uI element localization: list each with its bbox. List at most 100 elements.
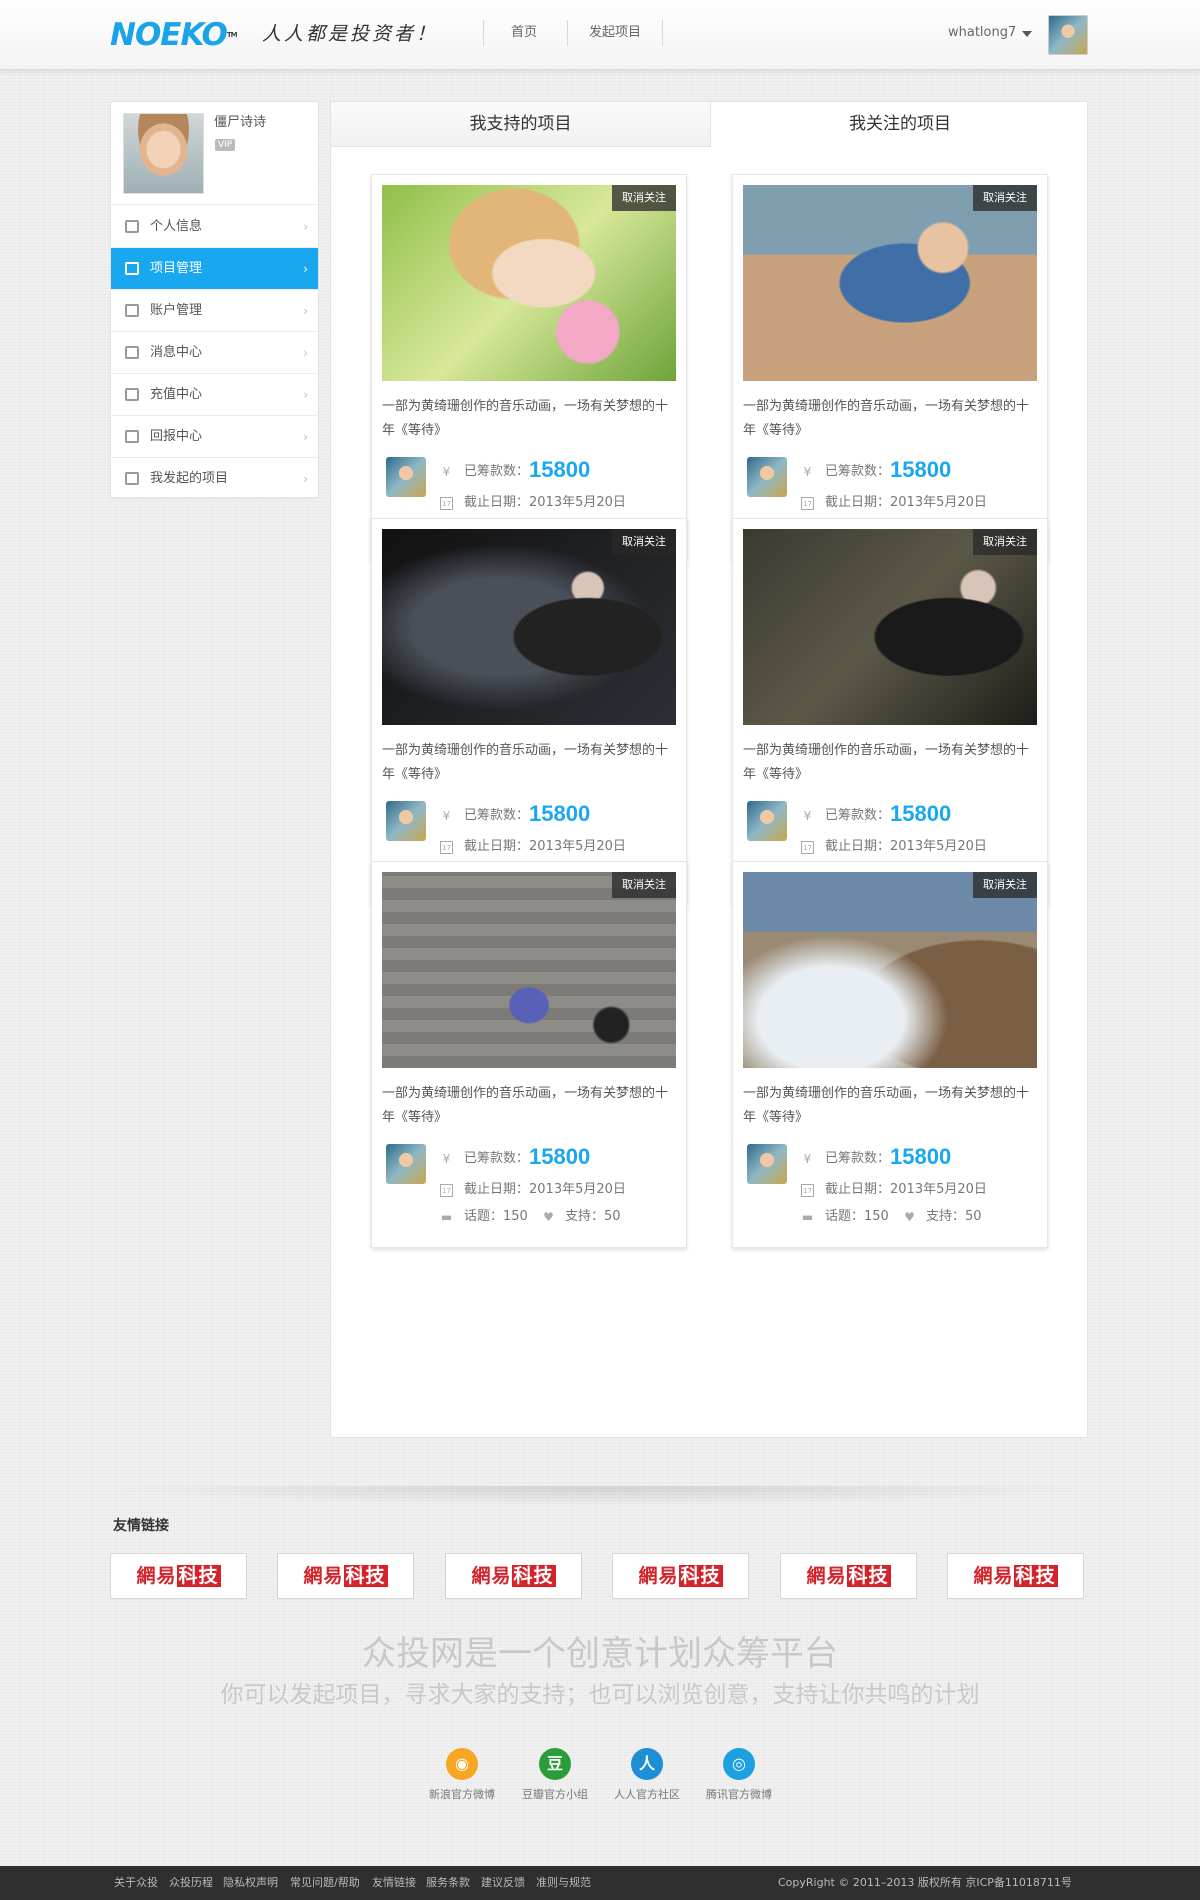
project-card[interactable]: 取消关注 一部为黄绮珊创作的音乐动画，一场有关梦想的十年《等待》 ¥ 已筹款数：158… — [371, 174, 687, 561]
tab-supported-projects[interactable]: 我支持的项目 — [331, 102, 711, 147]
netease-tech-logo: 網易 科技 — [973, 1565, 1058, 1587]
project-card[interactable]: 取消关注 一部为黄绮珊创作的音乐动画，一场有关梦想的十年《等待》 ¥ 已筹款数：158… — [732, 174, 1048, 561]
nav-home-link[interactable]: 首页 — [511, 24, 537, 42]
profile-avatar[interactable] — [123, 113, 204, 194]
sidebar-item-4[interactable]: 消息中心 › — [111, 332, 318, 374]
profile-name: 僵尸诗诗 — [214, 115, 267, 130]
raised-amount: 已筹款数：15800 — [825, 457, 952, 482]
project-image[interactable]: 取消关注 — [382, 872, 676, 1068]
partner-link[interactable]: 網易 科技 — [445, 1553, 582, 1599]
support-count[interactable]: 支持：50 — [565, 1208, 621, 1226]
partner-link[interactable]: 網易 科技 — [612, 1553, 749, 1599]
netease-tech-logo: 網易 科技 — [806, 1565, 891, 1587]
social-link[interactable]: ◉ 新浪官方微博 — [417, 1748, 507, 1803]
creator-avatar[interactable] — [386, 1144, 426, 1184]
unfollow-button[interactable]: 取消关注 — [973, 185, 1037, 211]
footer-link[interactable]: 服务条款 — [426, 1876, 470, 1890]
chevron-right-icon: › — [303, 388, 308, 402]
yen-icon: ¥ — [803, 1152, 812, 1166]
partner-link[interactable]: 網易 科技 — [780, 1553, 917, 1599]
sidebar-item-7[interactable]: 我发起的项目 › — [111, 458, 318, 500]
copyright-text: CopyRight © 2011–2013 版权所有 京ICP备11018711… — [778, 1876, 1072, 1889]
header-avatar[interactable] — [1048, 15, 1088, 55]
username-menu[interactable]: whatlong7 — [948, 24, 1016, 42]
netease-tech-logo: 網易 科技 — [471, 1565, 556, 1587]
netease-tech-logo: 網易 科技 — [136, 1565, 221, 1587]
project-description[interactable]: 一部为黄绮珊创作的音乐动画，一场有关梦想的十年《等待》 — [743, 739, 1039, 787]
nav-divider — [567, 20, 568, 46]
calendar-icon: 17 — [801, 497, 814, 510]
topics-count[interactable]: 话题：150 — [464, 1208, 528, 1226]
unfollow-button[interactable]: 取消关注 — [973, 872, 1037, 898]
project-card[interactable]: 取消关注 一部为黄绮珊创作的音乐动画，一场有关梦想的十年《等待》 ¥ 已筹款数：158… — [732, 518, 1048, 905]
project-card[interactable]: 取消关注 一部为黄绮珊创作的音乐动画，一场有关梦想的十年《等待》 ¥ 已筹款数：158… — [371, 518, 687, 905]
project-image[interactable]: 取消关注 — [743, 529, 1037, 725]
deadline-text: 截止日期：2013年5月20日 — [825, 495, 987, 510]
social-link[interactable]: ◎ 腾讯官方微博 — [694, 1748, 784, 1803]
creator-avatar[interactable] — [747, 457, 787, 497]
project-image[interactable]: 取消关注 — [743, 872, 1037, 1068]
raised-amount: 已筹款数：15800 — [464, 1144, 591, 1169]
topics-count[interactable]: 话题：150 — [825, 1208, 889, 1226]
calendar-icon: 17 — [801, 1184, 814, 1197]
social-link[interactable]: 人人人官方社区 — [602, 1748, 692, 1803]
netease-tech-logo: 網易 科技 — [303, 1565, 388, 1587]
sidebar-item-label: 我发起的项目 — [150, 471, 229, 486]
tab-followed-projects[interactable]: 我关注的项目 — [712, 102, 1088, 147]
social-label: 人人官方社区 — [614, 1788, 680, 1801]
project-description[interactable]: 一部为黄绮珊创作的音乐动画，一场有关梦想的十年《等待》 — [382, 395, 678, 443]
sidebar-item-2[interactable]: 项目管理 › — [111, 248, 318, 290]
vip-badge: VIP — [215, 139, 236, 151]
sidebar-item-1[interactable]: 个人信息 › — [111, 206, 318, 248]
footer-link[interactable]: 友情链接 — [372, 1876, 416, 1890]
project-description[interactable]: 一部为黄绮珊创作的音乐动画，一场有关梦想的十年《等待》 — [382, 739, 678, 787]
footer-link[interactable]: 准则与规范 — [536, 1876, 591, 1890]
project-image[interactable]: 取消关注 — [382, 185, 676, 381]
footer-link[interactable]: 常见问题/帮助 — [290, 1876, 360, 1890]
tencent-weibo-icon: ◎ — [723, 1748, 755, 1780]
yen-icon: ¥ — [442, 1152, 451, 1166]
profile-box: 僵尸诗诗 VIP — [111, 102, 318, 205]
project-description[interactable]: 一部为黄绮珊创作的音乐动画，一场有关梦想的十年《等待》 — [743, 1082, 1039, 1130]
project-image[interactable]: 取消关注 — [382, 529, 676, 725]
partner-link[interactable]: 網易 科技 — [110, 1553, 247, 1599]
social-link[interactable]: 豆豆瓣官方小组 — [510, 1748, 600, 1803]
partner-link[interactable]: 網易 科技 — [277, 1553, 414, 1599]
social-label: 腾讯官方微博 — [706, 1788, 772, 1801]
deadline-text: 截止日期：2013年5月20日 — [464, 1182, 626, 1197]
project-card[interactable]: 取消关注一部为黄绮珊创作的音乐动画，一场有关梦想的十年《等待》 ¥ 已筹款数：158… — [371, 861, 687, 1248]
site-logo[interactable]: NOEKOTM — [110, 18, 238, 52]
sidebar-item-3[interactable]: 账户管理 › — [111, 290, 318, 332]
footer-link[interactable]: 关于众投 — [114, 1876, 158, 1890]
comment-icon: ▬ — [440, 1210, 453, 1224]
creator-avatar[interactable] — [386, 801, 426, 841]
partner-link[interactable]: 網易 科技 — [947, 1553, 1084, 1599]
creator-avatar[interactable] — [747, 1144, 787, 1184]
nav-launch-project-link[interactable]: 发起项目 — [589, 24, 641, 42]
creator-avatar[interactable] — [747, 801, 787, 841]
chevron-right-icon: › — [303, 430, 308, 444]
footer-link[interactable]: 隐私权声明 — [223, 1876, 278, 1890]
support-count[interactable]: 支持：50 — [926, 1208, 982, 1226]
project-card[interactable]: 取消关注一部为黄绮珊创作的音乐动画，一场有关梦想的十年《等待》 ¥ 已筹款数：158… — [732, 861, 1048, 1248]
calendar-icon: 17 — [440, 841, 453, 854]
footer-link[interactable]: 众投历程 — [169, 1876, 213, 1890]
unfollow-button[interactable]: 取消关注 — [973, 529, 1037, 555]
unfollow-button[interactable]: 取消关注 — [612, 872, 676, 898]
footer-link[interactable]: 建议反馈 — [481, 1876, 525, 1890]
project-description[interactable]: 一部为黄绮珊创作的音乐动画，一场有关梦想的十年《等待》 — [382, 1082, 678, 1130]
project-image[interactable]: 取消关注 — [743, 185, 1037, 381]
calendar-icon: 17 — [440, 1184, 453, 1197]
deadline-text: 截止日期：2013年5月20日 — [464, 495, 626, 510]
renren-icon: 人 — [631, 1748, 663, 1780]
netease-tech-logo: 網易 科技 — [638, 1565, 723, 1587]
sidebar-item-5[interactable]: 充值中心 › — [111, 374, 318, 416]
project-description[interactable]: 一部为黄绮珊创作的音乐动画，一场有关梦想的十年《等待》 — [743, 395, 1039, 443]
unfollow-button[interactable]: 取消关注 — [612, 185, 676, 211]
footer-divider — [100, 1486, 1100, 1506]
sidebar-item-6[interactable]: 回报中心 › — [111, 416, 318, 458]
unfollow-button[interactable]: 取消关注 — [612, 529, 676, 555]
raised-amount: 已筹款数：15800 — [825, 1144, 952, 1169]
chevron-down-icon[interactable] — [1022, 31, 1032, 37]
creator-avatar[interactable] — [386, 457, 426, 497]
